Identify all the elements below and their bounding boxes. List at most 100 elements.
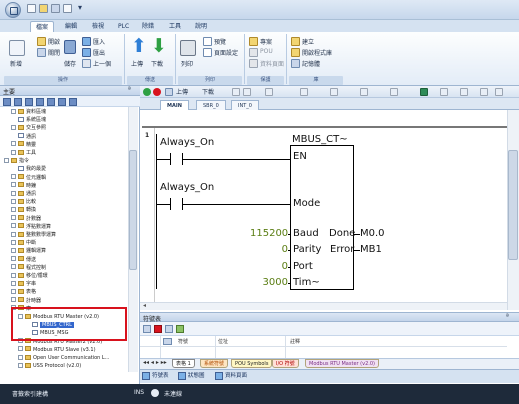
menu-tab-plc[interactable]: PLC — [113, 21, 134, 32]
tree-tool-icon[interactable] — [25, 98, 33, 106]
expand-toggle-icon[interactable] — [11, 207, 16, 212]
sheet-tab-modbus[interactable]: Modbus RTU Master (v2.0) — [305, 359, 379, 368]
tree-tool-icon[interactable] — [36, 98, 44, 106]
open-library-button[interactable]: 開啟程式庫 — [302, 48, 332, 57]
editor-horizontal-scrollbar[interactable] — [140, 302, 507, 310]
save-button[interactable]: 儲存 — [64, 59, 76, 68]
toolbar-icon[interactable] — [420, 88, 428, 96]
new-file-icon[interactable] — [27, 4, 36, 13]
toolbar-icon[interactable] — [460, 88, 468, 96]
pin-icon[interactable]: ª — [506, 313, 509, 320]
memory-button[interactable]: 記憶體 — [302, 59, 320, 68]
tree-item[interactable]: 工具 — [0, 149, 128, 157]
editor-scrollbar-thumb[interactable] — [508, 150, 518, 260]
sheet-tab-io-symbols[interactable]: I/O 符號 — [272, 359, 299, 368]
sheet-nav-arrows[interactable]: ◂◂ ◂ ▸ ▸▸ — [143, 359, 167, 366]
tree-item[interactable]: 表格 — [0, 288, 128, 296]
compile-icon[interactable] — [165, 88, 173, 96]
expand-toggle-icon[interactable] — [11, 174, 16, 180]
menu-tab-view[interactable]: 檢視 — [87, 21, 109, 32]
tree-item[interactable]: 指令 — [0, 157, 128, 165]
tab-data-page[interactable]: 資料頁面 — [225, 371, 247, 381]
symbol-tool-icon[interactable] — [165, 325, 173, 333]
expand-toggle-icon[interactable] — [11, 289, 16, 294]
expand-toggle-icon[interactable] — [11, 297, 16, 303]
symbol-grid[interactable] — [140, 336, 519, 358]
expand-toggle-icon[interactable] — [11, 190, 16, 196]
expand-toggle-icon[interactable] — [11, 256, 16, 262]
open-folder-icon[interactable] — [39, 4, 48, 13]
tab-main[interactable]: MAIN — [160, 100, 189, 110]
sheet-tab-system-symbols[interactable]: 系統符號 — [200, 359, 229, 368]
toolbar-icon[interactable] — [495, 88, 503, 96]
pin-icon[interactable]: ª — [128, 86, 131, 93]
parity-value[interactable]: 0 — [250, 244, 288, 255]
data-page-protect-button[interactable]: 資料頁面 — [260, 59, 284, 68]
expand-toggle-icon[interactable] — [11, 248, 16, 253]
insert-icon[interactable] — [232, 88, 240, 96]
toolbar-icon[interactable] — [300, 88, 308, 96]
expand-toggle-icon[interactable] — [11, 198, 16, 204]
new-button[interactable]: 新增 — [10, 59, 22, 68]
export-button[interactable]: 匯出 — [93, 48, 105, 57]
pou-protect-button[interactable]: POU — [260, 48, 273, 55]
contact-left-bar[interactable] — [170, 198, 171, 210]
baud-value[interactable]: 115200 — [250, 228, 288, 239]
menu-tab-help[interactable]: 說明 — [190, 21, 212, 32]
close-button[interactable]: 關閉 — [48, 48, 60, 57]
tree-item[interactable]: 字串 — [0, 280, 128, 288]
tree-item[interactable]: 精靈 — [0, 141, 128, 149]
run-icon[interactable] — [143, 88, 151, 96]
tree-item[interactable]: 通訊 — [0, 133, 128, 141]
expand-toggle-icon[interactable] — [11, 215, 16, 221]
toolbar-icon[interactable] — [330, 88, 338, 96]
tree-item[interactable]: 程式控制 — [0, 264, 128, 272]
toolbar-icon[interactable] — [360, 88, 368, 96]
quick-access-dropdown-icon[interactable]: ▾ — [78, 3, 82, 12]
port-value[interactable]: 0 — [250, 261, 288, 272]
import-button[interactable]: 匯入 — [93, 37, 105, 46]
open-button[interactable]: 開啟 — [48, 37, 60, 46]
stop-icon[interactable] — [153, 88, 161, 96]
tree-item[interactable]: 轉換 — [0, 206, 128, 214]
delete-row-icon[interactable] — [154, 325, 162, 333]
tree-item[interactable]: 傳送 — [0, 256, 128, 264]
expand-toggle-icon[interactable] — [18, 354, 23, 360]
tree-item[interactable]: 邏輯運算 — [0, 247, 128, 255]
toolbar-icon[interactable] — [440, 88, 448, 96]
output-error-address[interactable]: MB1 — [360, 244, 382, 255]
tab-status-chart[interactable]: 狀態圖 — [188, 371, 205, 381]
column-header-comment[interactable]: 註釋 — [290, 338, 300, 345]
expand-toggle-icon[interactable] — [11, 223, 16, 229]
tree-tool-icon[interactable] — [47, 98, 55, 106]
output-done-address[interactable]: M0.0 — [360, 228, 385, 239]
scroll-left-icon[interactable]: ◂ — [143, 302, 146, 309]
expand-toggle-icon[interactable] — [4, 157, 9, 163]
expand-toggle-icon[interactable] — [11, 182, 16, 188]
tree-item[interactable]: 我的最愛 — [0, 165, 128, 173]
contact-left-bar[interactable] — [170, 153, 171, 165]
symbol-tool-icon[interactable] — [176, 325, 184, 333]
tree-scrollbar-thumb[interactable] — [129, 150, 137, 270]
create-library-button[interactable]: 建立 — [302, 37, 314, 46]
tree-item[interactable]: 計數器 — [0, 215, 128, 223]
tree-tool-icon[interactable] — [3, 98, 11, 106]
expand-toggle-icon[interactable] — [11, 108, 16, 114]
previous-button[interactable]: 上一個 — [93, 59, 111, 68]
expand-toggle-icon[interactable] — [11, 149, 16, 155]
menu-tab-file[interactable]: 檔案 — [30, 21, 55, 32]
column-header-address[interactable]: 位址 — [218, 338, 228, 345]
expand-toggle-icon[interactable] — [11, 272, 16, 278]
expand-toggle-icon[interactable] — [18, 346, 23, 352]
tree-item[interactable]: 時鐘 — [0, 182, 128, 190]
save-icon[interactable] — [51, 4, 60, 13]
menu-tab-edit[interactable]: 編輯 — [60, 21, 82, 32]
page-setup-button[interactable]: 頁面設定 — [214, 48, 238, 57]
tree-item[interactable]: 位元邏輯 — [0, 174, 128, 182]
app-menu-button[interactable] — [5, 2, 21, 18]
tree-item[interactable]: 中斷 — [0, 239, 128, 247]
tree-item[interactable]: USS Protocol (v2.0) — [0, 362, 128, 370]
download-button[interactable]: 下載 — [151, 59, 163, 68]
tree-tool-icon[interactable] — [69, 98, 77, 106]
tree-item[interactable]: 移位/循環 — [0, 272, 128, 280]
